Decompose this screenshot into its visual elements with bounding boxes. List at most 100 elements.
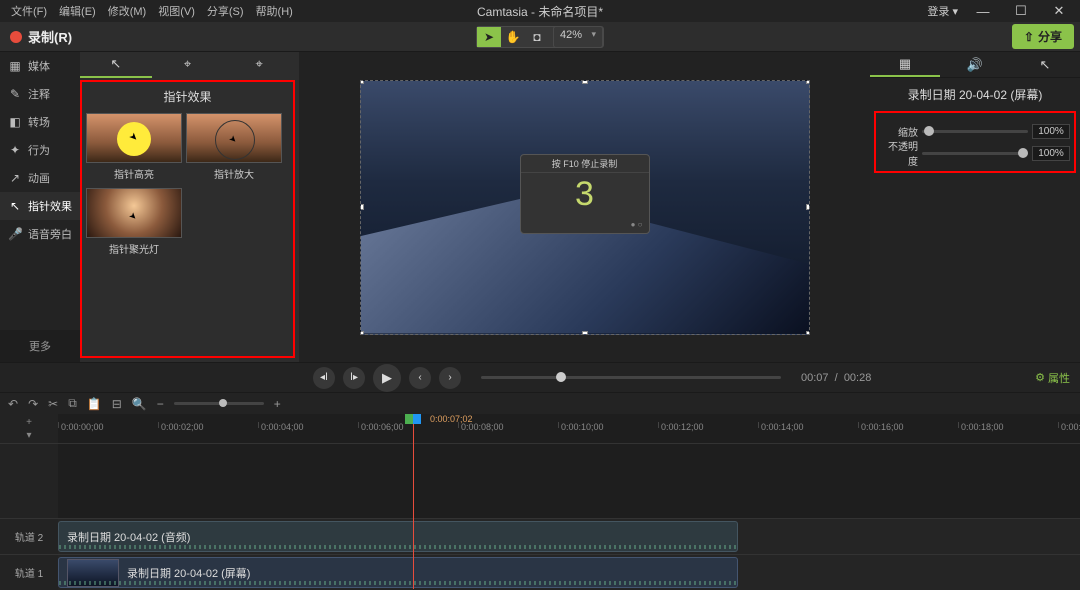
- properties-button[interactable]: ⚙属性: [1035, 370, 1070, 386]
- resize-handle[interactable]: [806, 331, 810, 335]
- sidebar-more[interactable]: 更多: [0, 330, 80, 362]
- zoom-plus-button[interactable]: +: [274, 397, 281, 411]
- prop-tab-audio[interactable]: 🔊: [940, 52, 1010, 77]
- timeline-toolbar: ↶ ↷ ✂ ⧉ 📋 ⊟ 🔍 − +: [0, 392, 1080, 414]
- share-button[interactable]: ⇧ 分享: [1012, 24, 1074, 49]
- next-frame-button[interactable]: Ⅰ▸: [343, 367, 365, 389]
- canvas-area[interactable]: 按 F10 停止录制 3 ● ○: [299, 52, 870, 362]
- opacity-value[interactable]: 100%: [1032, 146, 1070, 161]
- step-back-button[interactable]: ‹: [409, 367, 431, 389]
- animation-icon: ↗: [8, 171, 22, 185]
- effect-cursor-spotlight[interactable]: 指针聚光灯: [86, 188, 182, 259]
- sidebar-label: 媒体: [28, 58, 50, 74]
- split-button[interactable]: ⊟: [112, 397, 122, 411]
- playback-slider[interactable]: [481, 376, 781, 379]
- prop-tab-cursor[interactable]: ↖: [1010, 52, 1080, 77]
- resize-handle[interactable]: [806, 80, 810, 84]
- ruler-tick: 0:00:14;00: [758, 422, 804, 428]
- crop-tool[interactable]: ◘: [525, 27, 549, 47]
- countdown-number: 3: [521, 173, 649, 220]
- annotate-icon: ✎: [8, 87, 22, 101]
- properties-title: 录制日期 20-04-02 (屏幕): [870, 78, 1080, 111]
- media-icon: ▦: [8, 59, 22, 73]
- resize-handle[interactable]: [360, 204, 364, 210]
- sidebar-item-transition[interactable]: ◧转场: [0, 108, 80, 136]
- record-button[interactable]: 录制(R): [0, 22, 82, 51]
- resize-handle[interactable]: [806, 204, 810, 210]
- clip-video[interactable]: 录制日期 20-04-02 (屏幕): [58, 557, 738, 588]
- effects-tab-leftclick[interactable]: ⌖: [152, 52, 224, 78]
- scale-label: 缩放: [880, 124, 918, 139]
- ruler-tick: 0:00:16;00: [858, 422, 904, 428]
- close-button[interactable]: ✕: [1046, 1, 1072, 21]
- prev-frame-button[interactable]: ◂Ⅰ: [313, 367, 335, 389]
- effect-cursor-highlight[interactable]: 指针高亮: [86, 113, 182, 184]
- timeline-zoom-slider[interactable]: [174, 402, 264, 405]
- minimize-button[interactable]: —: [970, 1, 996, 21]
- track-2-label[interactable]: 轨道 2: [0, 519, 58, 554]
- cursor-tool[interactable]: ➤: [477, 27, 501, 47]
- collapse-tracks-button[interactable]: ▾: [26, 430, 31, 441]
- resize-handle[interactable]: [582, 80, 588, 84]
- resize-handle[interactable]: [582, 331, 588, 335]
- titlebar: 文件(F) 编辑(E) 修改(M) 视图(V) 分享(S) 帮助(H) Camt…: [0, 0, 1080, 22]
- gear-icon: ⚙: [1035, 371, 1045, 384]
- zoom-minus-button[interactable]: −: [157, 397, 164, 411]
- timeline: + ▾ 0:00:07;02 0:00:00;000:00:02;000:00:…: [0, 414, 1080, 590]
- sidebar-item-animation[interactable]: ↗动画: [0, 164, 80, 192]
- scale-slider[interactable]: [922, 130, 1028, 133]
- maximize-button[interactable]: ☐: [1008, 1, 1034, 21]
- redo-button[interactable]: ↷: [28, 397, 38, 411]
- sidebar-item-voice[interactable]: 🎤语音旁白: [0, 220, 80, 248]
- sidebar-item-media[interactable]: ▦ 媒体: [0, 52, 80, 80]
- clip-label: 录制日期 20-04-02 (屏幕): [127, 565, 250, 581]
- cursor-effects-icon: ↖: [8, 199, 22, 213]
- track-1-label[interactable]: 轨道 1: [0, 555, 58, 590]
- menu-help[interactable]: 帮助(H): [251, 1, 298, 21]
- menu-share[interactable]: 分享(S): [202, 1, 249, 21]
- effect-label: 指针放大: [186, 163, 282, 184]
- sidebar-item-annotate[interactable]: ✎注释: [0, 80, 80, 108]
- menu-view[interactable]: 视图(V): [153, 1, 200, 21]
- playhead[interactable]: [413, 414, 414, 589]
- resize-handle[interactable]: [360, 331, 364, 335]
- share-label: 分享: [1038, 28, 1062, 45]
- zoom-out-button[interactable]: 🔍: [132, 397, 147, 411]
- step-forward-button[interactable]: ›: [439, 367, 461, 389]
- playback-bar: ◂Ⅰ Ⅰ▸ ▶ ‹ › 00:07 / 00:28 ⚙属性: [0, 362, 1080, 392]
- effect-thumb: [186, 113, 282, 163]
- scale-value[interactable]: 100%: [1032, 124, 1070, 139]
- menu-file[interactable]: 文件(F): [6, 1, 52, 21]
- sidebar-label: 转场: [28, 114, 50, 130]
- sidebar-item-behavior[interactable]: ✦行为: [0, 136, 80, 164]
- copy-button[interactable]: ⧉: [68, 396, 77, 411]
- zoom-select[interactable]: 42%: [553, 26, 603, 48]
- undo-button[interactable]: ↶: [8, 397, 18, 411]
- login-link[interactable]: 登录 ▾: [927, 3, 958, 19]
- sidebar-item-cursor-effects[interactable]: ↖指针效果: [0, 192, 80, 220]
- play-button[interactable]: ▶: [373, 364, 401, 392]
- add-track-button[interactable]: +: [26, 417, 32, 428]
- opacity-slider[interactable]: [922, 152, 1028, 155]
- ruler-tick: 0:00:12;00: [658, 422, 704, 428]
- effect-thumb: [86, 188, 182, 238]
- clip-audio[interactable]: 录制日期 20-04-02 (音频): [58, 521, 738, 552]
- menu-edit[interactable]: 编辑(E): [54, 1, 101, 21]
- clip-label: 录制日期 20-04-02 (音频): [67, 529, 190, 545]
- menu-modify[interactable]: 修改(M): [103, 1, 152, 21]
- prop-tab-visual[interactable]: ▦: [870, 52, 940, 77]
- effects-tab-rightclick[interactable]: ⌖: [223, 52, 295, 78]
- effect-label: 指针高亮: [86, 163, 182, 184]
- resize-handle[interactable]: [360, 80, 364, 84]
- effects-tab-cursor[interactable]: ↖: [80, 52, 152, 78]
- canvas-frame[interactable]: 按 F10 停止录制 3 ● ○: [360, 80, 810, 335]
- hand-tool[interactable]: ✋: [501, 27, 525, 47]
- properties-panel: ▦ 🔊 ↖ 录制日期 20-04-02 (屏幕) 缩放 100% 不透明度 10…: [870, 52, 1080, 362]
- track-1[interactable]: 录制日期 20-04-02 (屏幕): [58, 555, 1080, 590]
- sidebar-label: 语音旁白: [28, 226, 72, 242]
- paste-button[interactable]: 📋: [87, 397, 102, 411]
- effect-cursor-zoom[interactable]: 指针放大: [186, 113, 282, 184]
- cut-button[interactable]: ✂: [48, 397, 58, 411]
- timeline-ruler[interactable]: 0:00:07;02 0:00:00;000:00:02;000:00:04;0…: [58, 414, 1080, 443]
- track-2[interactable]: 录制日期 20-04-02 (音频): [58, 519, 1080, 554]
